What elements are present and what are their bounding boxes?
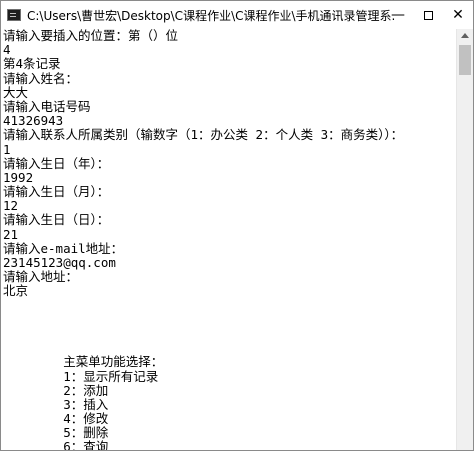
console-line: 4 xyxy=(3,42,11,58)
maximize-icon xyxy=(423,10,433,20)
console-line: 请输入e-mail地址： xyxy=(3,240,124,256)
console-line: 21 xyxy=(3,226,19,242)
console-line: 12 xyxy=(3,198,19,214)
console-line: 3：插入 xyxy=(3,396,109,412)
console-line: 1：显示所有记录 xyxy=(3,368,159,384)
title-bar[interactable]: C:\Users\曹世宏\Desktop\C课程作业\C课程作业\手机通讯录管理… xyxy=(1,1,473,29)
console-line: 请输入电话号码 xyxy=(3,98,91,114)
maximize-button[interactable] xyxy=(413,1,443,29)
console-line: 请输入生日（日）： xyxy=(3,212,110,228)
scrollbar-thumb[interactable] xyxy=(459,45,471,75)
console-line: 6：查询 xyxy=(3,439,109,451)
console-line: 大大 xyxy=(3,84,29,100)
console-line: 第4条记录 xyxy=(3,56,61,72)
console-line: 2：添加 xyxy=(3,382,109,398)
vertical-scrollbar[interactable] xyxy=(456,29,473,450)
console-line: 请输入地址： xyxy=(3,269,79,285)
console-line: 主菜单功能选择： xyxy=(3,354,164,370)
console-line: 5：删除 xyxy=(3,425,109,441)
console-line: 4：修改 xyxy=(3,411,109,427)
console-line: 请输入要插入的位置：第（）位 xyxy=(3,29,179,43)
console-line: 1 xyxy=(3,141,11,157)
minimize-icon: — xyxy=(391,7,405,23)
console-line: 北京 xyxy=(3,283,29,299)
scroll-up-arrow-icon[interactable] xyxy=(461,33,469,38)
console-app-icon[interactable] xyxy=(7,9,21,21)
window-title: C:\Users\曹世宏\Desktop\C课程作业\C课程作业\手机通讯录管理… xyxy=(27,8,395,23)
console-window: C:\Users\曹世宏\Desktop\C课程作业\C课程作业\手机通讯录管理… xyxy=(0,0,474,451)
console-line: 请输入生日（年）： xyxy=(3,155,110,171)
minimize-button[interactable]: — xyxy=(383,1,413,29)
console-line: 23145123@qq.com xyxy=(3,255,116,270)
close-icon: ✕ xyxy=(452,7,464,23)
close-button[interactable]: ✕ xyxy=(443,1,473,29)
console-line: 41326943 xyxy=(3,113,64,129)
console-line: 1992 xyxy=(3,169,34,185)
console-line: 请输入联系人所属类别（输数字（1：办公类 2：个人类 3：商务类））： xyxy=(3,127,404,143)
console-line: 请输入姓名： xyxy=(3,70,79,86)
console-line: 请输入生日（月）： xyxy=(3,184,110,200)
console-output[interactable]: 请输入要插入的位置：第（）位 4 第4条记录 请输入姓名： 大大 请输入电话号码 41326… xyxy=(3,29,459,451)
